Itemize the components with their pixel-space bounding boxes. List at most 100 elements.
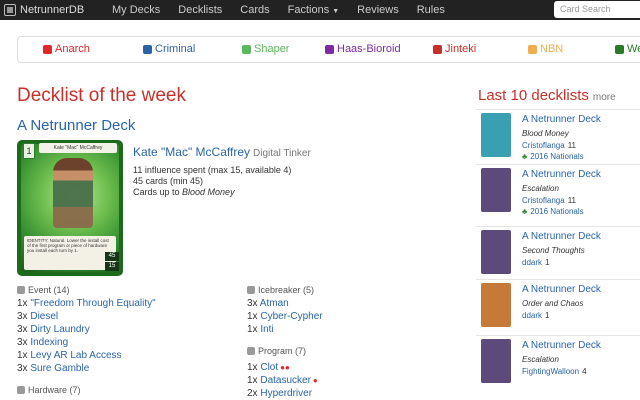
- faction-link-criminal[interactable]: Criminal: [143, 43, 195, 55]
- group-label: Icebreaker (5): [258, 285, 315, 295]
- card-qty: 3x: [247, 298, 258, 309]
- card-link[interactable]: Cyber-Cypher: [260, 311, 322, 322]
- decklist-title-link[interactable]: A Netrunner Deck: [522, 231, 601, 242]
- hardware-icon: [17, 386, 25, 394]
- identity-card-image[interactable]: 1 Kate "Mac" McCaffrey IDENTITY: Natural…: [17, 140, 123, 276]
- anarch-icon: [43, 44, 52, 54]
- card-link[interactable]: Sure Gamble: [30, 363, 89, 374]
- author-reputation: 1: [545, 258, 550, 267]
- identity-thumbnail[interactable]: [481, 230, 511, 274]
- list-item: 3x Atman: [247, 298, 289, 309]
- nav-my-decks[interactable]: My Decks: [103, 4, 169, 16]
- group-program-header: Program (7): [247, 346, 306, 356]
- decklist-pack: Escalation: [522, 355, 559, 364]
- card-link[interactable]: Hyperdriver: [260, 388, 312, 399]
- card-link[interactable]: Atman: [260, 298, 289, 309]
- award-leaf-icon: ♣: [522, 152, 528, 161]
- author-reputation: 1: [545, 311, 550, 320]
- author-link[interactable]: Cristoflanga: [522, 196, 565, 205]
- list-item: A Netrunner Deck Escalation Cristoflanga…: [476, 164, 640, 216]
- faction-link-weyland[interactable]: We: [615, 43, 640, 55]
- card-link[interactable]: Inti: [260, 324, 273, 335]
- card-link[interactable]: Diesel: [30, 311, 58, 322]
- card-qty: 1x: [247, 311, 258, 322]
- influence-info: 11 influence spent (max 15, available 4): [133, 165, 292, 175]
- decklist-author: Cristoflanga 11: [522, 141, 576, 150]
- decklist-title-link[interactable]: A Netrunner Deck: [522, 169, 601, 180]
- event-icon: [17, 286, 25, 294]
- award-label: 2016 Nationals: [530, 207, 584, 216]
- nav-reviews[interactable]: Reviews: [348, 4, 408, 16]
- identity-thumbnail[interactable]: [481, 113, 511, 157]
- decklist-title-link[interactable]: A Netrunner Deck: [522, 284, 601, 295]
- faction-link-jinteki[interactable]: Jinteki: [433, 43, 476, 55]
- identity-subtype: Digital Tinker: [253, 148, 311, 159]
- identity-thumbnail[interactable]: [481, 168, 511, 212]
- card-link[interactable]: Datasucker: [260, 375, 311, 386]
- card-link[interactable]: Dirty Laundry: [30, 324, 89, 335]
- more-link[interactable]: more: [593, 92, 616, 103]
- card-link[interactable]: "Freedom Through Equality": [30, 298, 155, 309]
- list-item: A Netrunner Deck Blood Money Cristoflang…: [476, 109, 640, 161]
- card-count-info: 45 cards (min 45): [133, 176, 204, 186]
- group-label: Event (14): [28, 285, 70, 295]
- nav-cards[interactable]: Cards: [231, 4, 278, 16]
- brand-link[interactable]: NetrunnerDB: [0, 4, 103, 16]
- faction-label: Anarch: [55, 43, 90, 55]
- author-reputation: 11: [567, 196, 576, 205]
- card-link[interactable]: Indexing: [30, 337, 68, 348]
- faction-link-anarch[interactable]: Anarch: [43, 43, 90, 55]
- author-link[interactable]: ddark: [522, 258, 542, 267]
- chevron-down-icon: ▼: [332, 8, 340, 15]
- decklist-title-link[interactable]: A Netrunner Deck: [522, 114, 601, 125]
- decklist-pack: Escalation: [522, 184, 559, 193]
- factions-bar: Anarch Criminal Shaper Haas-Bioroid Jint…: [17, 36, 640, 63]
- faction-label: Haas-Bioroid: [337, 43, 401, 55]
- card-search-input[interactable]: Card Search: [554, 1, 640, 18]
- faction-link-shaper[interactable]: Shaper: [242, 43, 289, 55]
- card-link[interactable]: Levy AR Lab Access: [30, 350, 121, 361]
- decklist-title-link[interactable]: A Netrunner Deck: [522, 340, 601, 351]
- top-navbar: NetrunnerDB My Decks Decklists Cards Fac…: [0, 0, 640, 20]
- card-qty: 3x: [17, 337, 28, 348]
- recent-title-text: Last 10 decklists: [478, 87, 589, 104]
- card-art-figure: [53, 158, 93, 228]
- nav-rules[interactable]: Rules: [408, 4, 454, 16]
- group-hardware-header: Hardware (7): [17, 385, 81, 395]
- card-qty: 1x: [17, 298, 28, 309]
- list-item: 1x Cyber-Cypher: [247, 311, 323, 322]
- faction-label: NBN: [540, 43, 564, 55]
- deck-title-link[interactable]: A Netrunner Deck: [17, 117, 135, 134]
- card-name-strip: Kate "Mac" McCaffrey: [39, 143, 117, 153]
- identity-thumbnail[interactable]: [481, 339, 511, 383]
- faction-label: Jinteki: [445, 43, 477, 55]
- author-link[interactable]: ddark: [522, 311, 542, 320]
- cards-up-to-prefix: Cards up to: [133, 187, 183, 197]
- jinteki-icon: [433, 44, 442, 54]
- author-link[interactable]: FightingWalloon: [522, 367, 579, 376]
- section-title: Decklist of the week: [17, 85, 186, 106]
- group-label: Program (7): [258, 346, 307, 356]
- list-item: 3x Sure Gamble: [17, 363, 89, 374]
- award-label: 2016 Nationals: [530, 152, 584, 161]
- card-link[interactable]: Clot: [260, 362, 278, 373]
- nav-decklists[interactable]: Decklists: [169, 4, 231, 16]
- faction-label: We: [627, 43, 640, 55]
- nav-factions-dropdown[interactable]: Factions ▼: [279, 4, 349, 16]
- card-qty: 2x: [247, 388, 258, 399]
- netrunnerdb-logo-icon: [4, 4, 16, 16]
- list-item: A Netrunner Deck Escalation FightingWall…: [476, 335, 640, 387]
- faction-link-nbn[interactable]: NBN: [528, 43, 563, 55]
- nav-factions-label: Factions: [287, 4, 330, 16]
- shaper-icon: [242, 44, 251, 54]
- author-link[interactable]: Cristoflanga: [522, 141, 565, 150]
- faction-link-haas-bioroid[interactable]: Haas-Bioroid: [325, 43, 401, 55]
- list-item: 1x Clot ●●: [247, 362, 290, 373]
- identity-thumbnail[interactable]: [481, 283, 511, 327]
- haas-bioroid-icon: [325, 44, 334, 54]
- recent-decklists-title: Last 10 decklists more: [478, 87, 616, 104]
- list-item: A Netrunner Deck Order and Chaos ddark 1: [476, 279, 640, 331]
- criminal-icon: [143, 44, 152, 54]
- identity-link[interactable]: Kate "Mac" McCaffrey: [133, 145, 250, 159]
- identity-line: Kate "Mac" McCaffrey Digital Tinker: [133, 145, 311, 159]
